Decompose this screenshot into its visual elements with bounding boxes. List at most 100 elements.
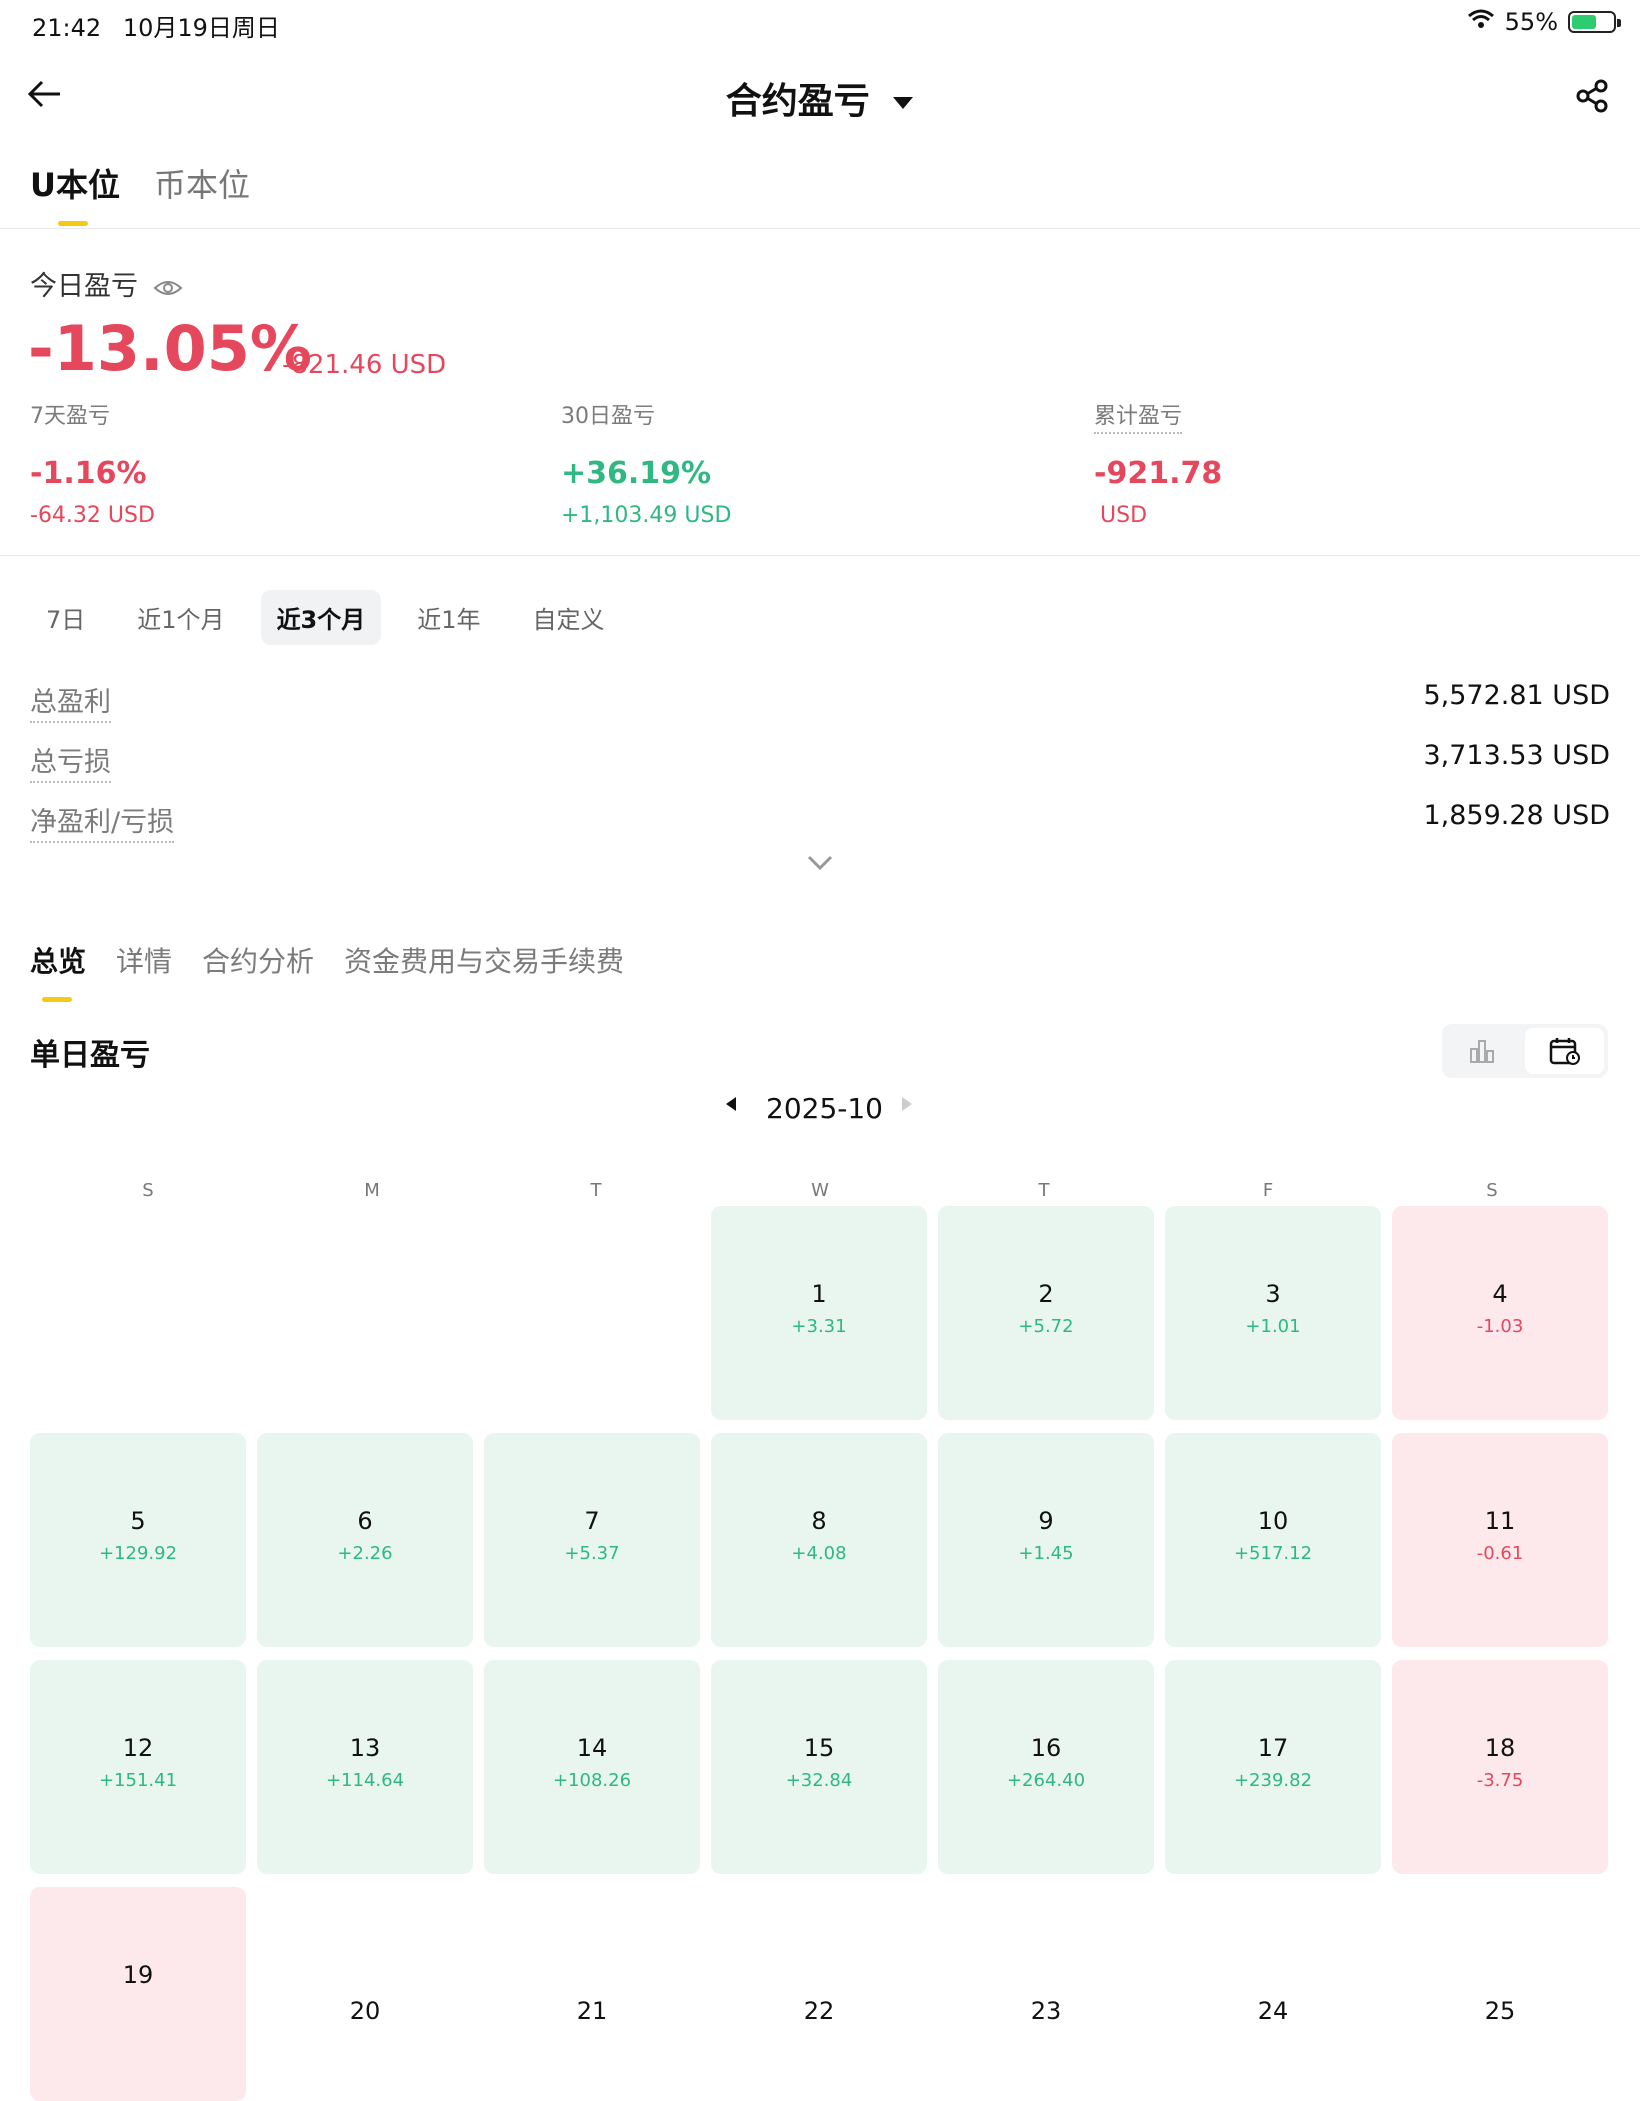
calendar-day-23[interactable]: 23 [938, 1887, 1154, 2101]
view-toggle [1442, 1024, 1608, 1078]
weekday-sat: S [1486, 1180, 1498, 1201]
calendar-day-2[interactable]: 2 +5.72 [938, 1206, 1154, 1420]
day-number: 12 [122, 1734, 154, 1762]
day-pnl-value: -0.61 [1476, 1543, 1524, 1564]
day-number: 5 [130, 1507, 146, 1535]
calendar-day-10[interactable]: 10 +517.12 [1165, 1433, 1381, 1647]
day-pnl-value: +5.72 [1018, 1316, 1074, 1337]
period-custom[interactable]: 自定义 [517, 590, 621, 645]
day-number: 18 [1484, 1734, 1516, 1762]
calendar-day-4[interactable]: 4 -1.03 [1392, 1206, 1608, 1420]
weekday-fri: F [1262, 1180, 1274, 1201]
day-pnl-value: +264.40 [1006, 1770, 1086, 1791]
day-number: 20 [349, 1997, 381, 2025]
period-3m[interactable]: 近3个月 [260, 590, 382, 645]
calendar-day-18[interactable]: 18 -3.75 [1392, 1660, 1608, 1874]
day-number: 3 [1265, 1280, 1281, 1308]
tab-contract-analysis[interactable]: 合约分析 [202, 940, 314, 980]
day-number: 22 [803, 1997, 835, 2025]
eye-icon[interactable] [153, 278, 183, 298]
daily-pnl-title: 单日盈亏 [30, 1038, 150, 1073]
calendar-day-22[interactable]: 22 [711, 1887, 927, 2101]
today-pnl-percent: -13.05% [28, 312, 312, 385]
tab-indicator [42, 997, 72, 1002]
calendar-day-6[interactable]: 6 +2.26 [257, 1433, 473, 1647]
summary-7d: 7天盈亏 -1.16% -64.32 USD [30, 404, 155, 528]
calendar-day-1[interactable]: 1 +3.31 [711, 1206, 927, 1420]
calendar-day-3[interactable]: 3 +1.01 [1165, 1206, 1381, 1420]
day-pnl-value: +32.84 [785, 1770, 853, 1791]
bar-chart-view-button[interactable] [1442, 1024, 1521, 1078]
calendar-day-21[interactable]: 21 [484, 1887, 700, 2101]
day-pnl-value: +239.82 [1233, 1770, 1313, 1791]
divider [0, 228, 1640, 229]
calendar-day-14[interactable]: 14 +108.26 [484, 1660, 700, 1874]
calendar-day-7[interactable]: 7 +5.37 [484, 1433, 700, 1647]
tab-usdt-margined[interactable]: U本位 [30, 160, 120, 226]
summary-cumulative: 累计盈亏 -921.78 USD [1094, 398, 1222, 528]
page-title[interactable]: 合约盈亏 [0, 72, 1640, 124]
battery-percent: 55% [1504, 8, 1558, 36]
calendar-day-8[interactable]: 8 +4.08 [711, 1433, 927, 1647]
tab-details[interactable]: 详情 [116, 940, 172, 980]
expand-button[interactable] [806, 854, 834, 876]
period-1y[interactable]: 近1年 [401, 590, 496, 645]
weekday-thu: T [1038, 1180, 1050, 1201]
period-7d[interactable]: 7日 [30, 590, 101, 645]
day-number: 23 [1030, 1997, 1062, 2025]
day-pnl-value: +151.41 [98, 1770, 178, 1791]
calendar-day-19[interactable]: 19 [30, 1887, 246, 2101]
day-number: 21 [576, 1997, 608, 2025]
calendar-day-17[interactable]: 17 +239.82 [1165, 1660, 1381, 1874]
day-pnl-value: +1.45 [1018, 1543, 1074, 1564]
day-number: 24 [1257, 1997, 1289, 2025]
chevron-down-icon [807, 855, 833, 871]
calendar-day-13[interactable]: 13 +114.64 [257, 1660, 473, 1874]
margin-type-tabs: U本位 币本位 [30, 160, 250, 226]
calendar-day-25[interactable]: 25 [1392, 1887, 1608, 2101]
caret-down-icon [893, 97, 914, 109]
day-pnl-value: +129.92 [98, 1543, 178, 1564]
calendar-day-20[interactable]: 20 [257, 1887, 473, 2101]
day-number: 19 [122, 1961, 154, 1989]
calendar-day-11[interactable]: 11 -0.61 [1392, 1433, 1608, 1647]
weekday-tue: T [590, 1180, 602, 1201]
battery-icon [1568, 11, 1621, 33]
wifi-icon [1467, 8, 1495, 36]
day-pnl-value: +517.12 [1233, 1543, 1313, 1564]
tab-overview[interactable]: 总览 [30, 940, 86, 1002]
day-pnl-value: +3.31 [791, 1316, 847, 1337]
day-number: 14 [576, 1734, 608, 1762]
calendar-day-16[interactable]: 16 +264.40 [938, 1660, 1154, 1874]
day-number: 10 [1257, 1507, 1289, 1535]
section-tabs: 总览 详情 合约分析 资金费用与交易手续费 [30, 940, 624, 1002]
period-tabs: 7日 近1个月 近3个月 近1年 自定义 [30, 590, 621, 645]
prev-month-button[interactable] [724, 1096, 738, 1116]
bar-chart-icon [1469, 1040, 1494, 1063]
tab-fees[interactable]: 资金费用与交易手续费 [344, 940, 624, 980]
calendar-view-button[interactable] [1525, 1028, 1604, 1074]
share-button[interactable] [1574, 78, 1610, 118]
day-number: 9 [1038, 1507, 1054, 1535]
tab-coin-margined[interactable]: 币本位 [154, 160, 250, 206]
divider [0, 555, 1640, 556]
calendar-day-5[interactable]: 5 +129.92 [30, 1433, 246, 1647]
period-1m[interactable]: 近1个月 [121, 590, 240, 645]
next-month-button[interactable] [900, 1096, 914, 1116]
calendar-month: 2025-10 [766, 1092, 883, 1125]
stat-net-pnl: 净盈利/亏损 1,859.28 USD [30, 800, 1610, 843]
day-number: 6 [357, 1507, 373, 1535]
calendar-day-9[interactable]: 9 +1.45 [938, 1433, 1154, 1647]
share-icon [1576, 79, 1608, 113]
day-number: 8 [811, 1507, 827, 1535]
tab-indicator [58, 221, 88, 226]
calendar-icon [1549, 1038, 1580, 1065]
calendar-day-12[interactable]: 12 +151.41 [30, 1660, 246, 1874]
day-number: 2 [1038, 1280, 1054, 1308]
day-number: 15 [803, 1734, 835, 1762]
status-indicators: 55% [1467, 8, 1621, 36]
calendar-day-15[interactable]: 15 +32.84 [711, 1660, 927, 1874]
day-number: 1 [811, 1280, 827, 1308]
calendar-day-24[interactable]: 24 [1165, 1887, 1381, 2101]
date: 10月19日周日 [122, 14, 280, 42]
